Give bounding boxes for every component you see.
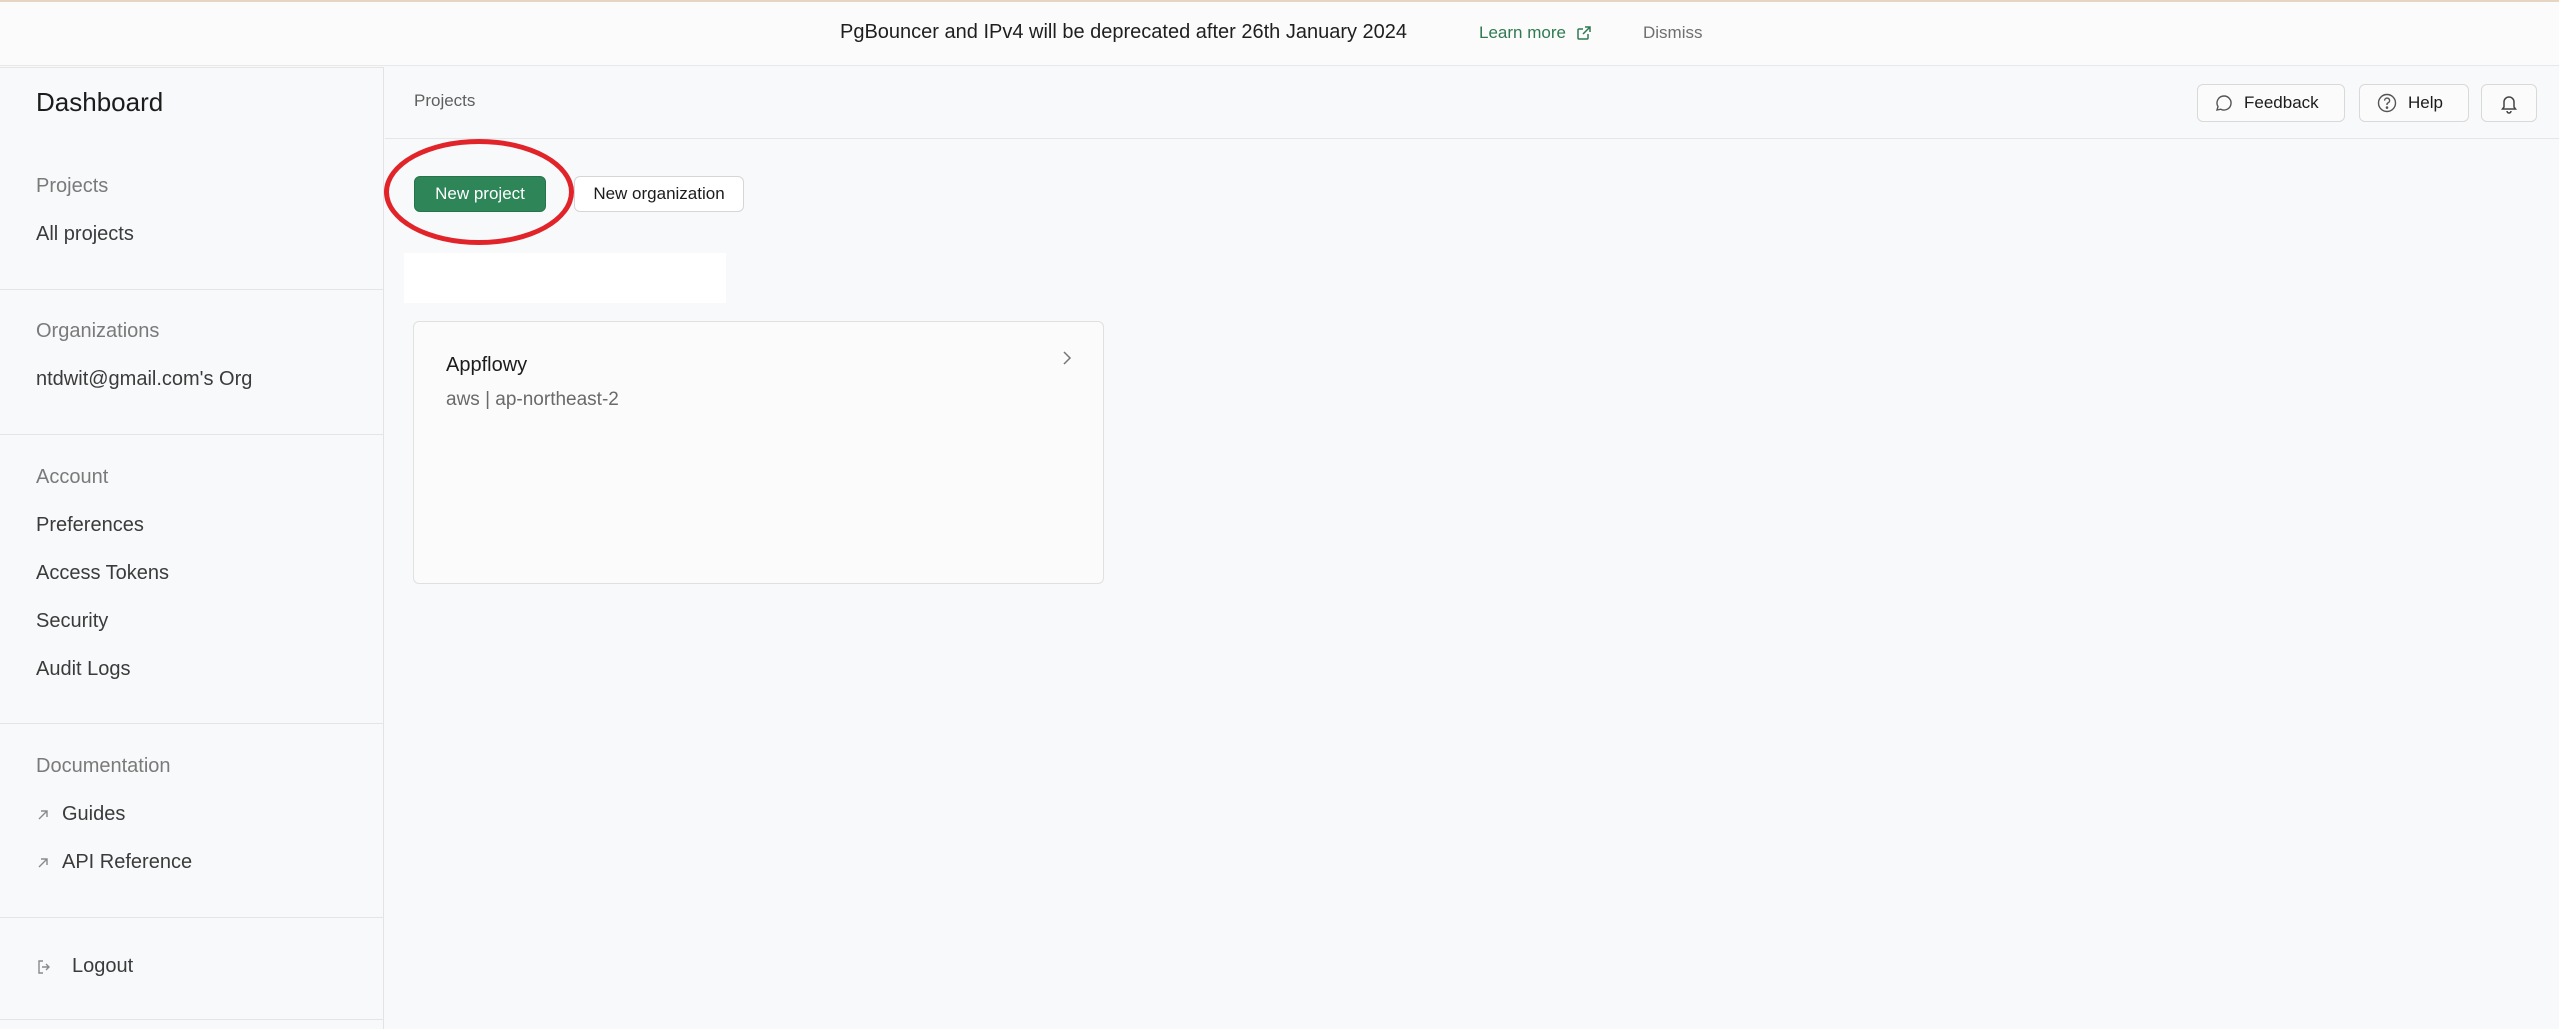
bell-icon (2498, 92, 2520, 114)
project-name: Appflowy (446, 354, 528, 376)
sidebar-item-org[interactable]: ntdwit@gmail.com's Org (36, 368, 252, 391)
sidebar-divider (0, 723, 384, 724)
arrow-up-right-icon (36, 856, 50, 870)
help-button[interactable]: Help (2359, 84, 2469, 122)
dashboard-title: Dashboard (36, 87, 164, 117)
sidebar-item-label: All projects (36, 223, 134, 245)
sidebar-divider (0, 67, 384, 68)
sidebar-item-label: Preferences (36, 514, 144, 536)
project-region: aws | ap-northeast-2 (446, 389, 619, 410)
sidebar: Dashboard Projects All projects Organiza… (0, 67, 384, 1029)
banner-message: PgBouncer and IPv4 will be deprecated af… (840, 21, 1408, 43)
new-organization-button[interactable]: New organization (574, 176, 744, 212)
chevron-right-icon (1059, 348, 1075, 368)
sidebar-item-label: Security (36, 610, 109, 632)
dismiss-button[interactable]: Dismiss (1643, 23, 1703, 43)
sidebar-item-label: Access Tokens (36, 562, 170, 584)
sidebar-item-label: ntdwit@gmail.com's Org (36, 368, 253, 390)
help-icon (2376, 92, 2398, 114)
logout-icon (36, 958, 54, 976)
documentation-heading: Documentation (36, 755, 171, 777)
sidebar-item-access-tokens[interactable]: Access Tokens (36, 562, 169, 585)
deprecation-banner: PgBouncer and IPv4 will be deprecated af… (0, 0, 2559, 66)
project-search-area (404, 253, 726, 303)
sidebar-divider (0, 1019, 384, 1020)
learn-more-label: Learn more (1479, 23, 1566, 42)
organizations-heading: Organizations (36, 320, 160, 342)
breadcrumb[interactable]: Projects (414, 91, 475, 111)
sidebar-item-label: API Reference (62, 851, 193, 873)
arrow-up-right-icon (36, 808, 50, 822)
logout-button[interactable]: Logout (36, 955, 133, 978)
sidebar-item-all-projects[interactable]: All projects (36, 223, 134, 246)
feedback-button[interactable]: Feedback (2197, 84, 2345, 122)
sidebar-item-label: Audit Logs (36, 658, 131, 680)
sidebar-item-security[interactable]: Security (36, 610, 108, 633)
sidebar-item-label: Guides (62, 803, 126, 825)
logout-label: Logout (72, 955, 134, 977)
message-bubble-icon (2214, 93, 2234, 113)
project-card[interactable]: Appflowy aws | ap-northeast-2 (413, 321, 1104, 584)
sidebar-item-api-reference[interactable]: API Reference (36, 851, 192, 874)
sidebar-divider (0, 289, 384, 290)
feedback-label: Feedback (2244, 93, 2319, 112)
projects-heading: Projects (36, 175, 109, 197)
new-project-button[interactable]: New project (414, 176, 546, 212)
sidebar-divider (0, 917, 384, 918)
account-heading: Account (36, 466, 109, 488)
sidebar-divider (0, 434, 384, 435)
learn-more-link[interactable]: Learn more (1479, 23, 1592, 43)
sidebar-item-preferences[interactable]: Preferences (36, 514, 144, 537)
external-link-icon (1576, 25, 1592, 41)
help-label: Help (2408, 93, 2443, 112)
sidebar-item-guides[interactable]: Guides (36, 803, 125, 826)
topbar: Projects Feedback Help (385, 67, 2559, 139)
notifications-button[interactable] (2481, 84, 2537, 122)
sidebar-item-audit-logs[interactable]: Audit Logs (36, 658, 131, 681)
